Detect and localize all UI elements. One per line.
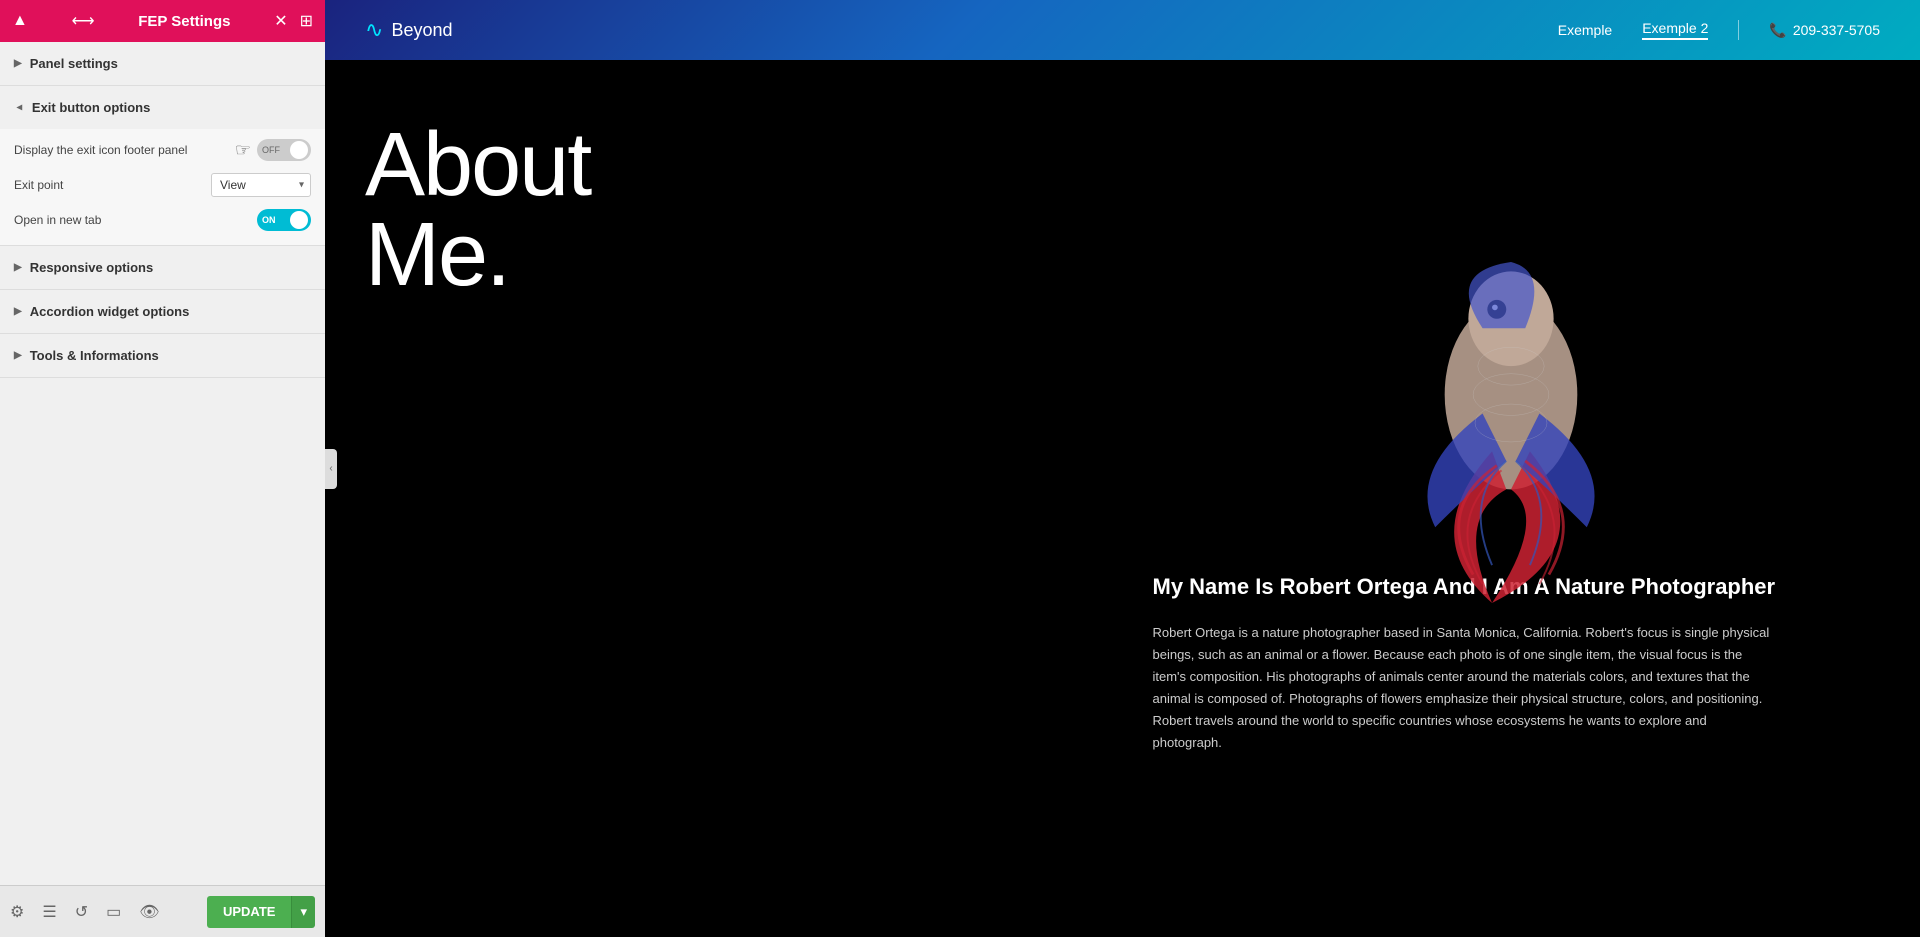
hero-text: About Me. bbox=[325, 60, 1143, 937]
grid-icon[interactable]: ⊞ bbox=[300, 11, 313, 31]
hero-description: Robert Ortega is a nature photographer b… bbox=[1153, 622, 1773, 755]
display-exit-icon-label: Display the exit icon footer panel bbox=[14, 143, 235, 157]
accordion-arrow: ▶ bbox=[14, 306, 22, 317]
resize-icon[interactable]: ⟷ bbox=[72, 11, 95, 31]
exit-button-label: Exit button options bbox=[32, 100, 150, 115]
hero-title: About Me. bbox=[365, 120, 1103, 300]
exit-point-label: Exit point bbox=[14, 178, 211, 192]
site-nav-links: Exemple Exemple 2 📞 209-337-5705 bbox=[1558, 20, 1880, 40]
section-exit-button-header[interactable]: ▼ Exit button options bbox=[0, 86, 325, 129]
update-arrow-button[interactable]: ▾ bbox=[291, 896, 315, 928]
panel-settings-arrow: ▶ bbox=[14, 58, 22, 69]
display-exit-icon-row: Display the exit icon footer panel ☞ OFF bbox=[14, 139, 311, 161]
sidebar-collapse-handle[interactable]: ‹ bbox=[325, 449, 337, 489]
logo-text: Beyond bbox=[391, 20, 452, 41]
app-wrapper: ▲ ⟷ FEP Settings ✕ ⊞ ▶ Panel settings bbox=[0, 0, 1920, 937]
display-exit-icon-toggle[interactable]: OFF bbox=[257, 139, 311, 161]
section-accordion: ▶ Accordion widget options bbox=[0, 290, 325, 334]
responsive-arrow: ▶ bbox=[14, 262, 22, 273]
sidebar-content: ▶ Panel settings ▼ Exit button options D… bbox=[0, 42, 325, 885]
section-tools: ▶ Tools & Informations bbox=[0, 334, 325, 378]
toggle-off-label: OFF bbox=[262, 145, 280, 155]
responsive-label: Responsive options bbox=[30, 260, 154, 275]
nav-divider bbox=[1738, 20, 1739, 40]
site-logo: ∿ Beyond bbox=[365, 17, 453, 43]
sidebar-header-icons: ✕ ⊞ bbox=[274, 11, 313, 31]
cursor-pointer: ☞ bbox=[235, 140, 251, 161]
open-new-tab-label: Open in new tab bbox=[14, 213, 257, 227]
preview-area: ∿ Beyond Exemple Exemple 2 📞 209-337-570… bbox=[325, 0, 1920, 937]
logo-icon: ∿ bbox=[365, 17, 383, 43]
section-accordion-header[interactable]: ▶ Accordion widget options bbox=[0, 290, 325, 333]
close-icon[interactable]: ✕ bbox=[274, 11, 287, 31]
nav-link-exemple2[interactable]: Exemple 2 bbox=[1642, 20, 1708, 40]
hero-title-line2: Me. bbox=[365, 205, 509, 305]
open-new-tab-toggle[interactable]: ON bbox=[257, 209, 311, 231]
hero-right: My Name Is Robert Ortega And I Am A Natu… bbox=[1143, 60, 1920, 937]
exit-point-select-wrapper: View Home Custom bbox=[211, 173, 311, 197]
site-nav: ∿ Beyond Exemple Exemple 2 📞 209-337-570… bbox=[325, 0, 1920, 60]
sidebar: ▲ ⟷ FEP Settings ✕ ⊞ ▶ Panel settings bbox=[0, 0, 325, 937]
nav-link-exemple[interactable]: Exemple bbox=[1558, 22, 1612, 38]
sidebar-title: FEP Settings bbox=[138, 13, 230, 30]
section-exit-button: ▼ Exit button options Display the exit i… bbox=[0, 86, 325, 246]
exit-button-body: Display the exit icon footer panel ☞ OFF bbox=[0, 129, 325, 245]
toggle-circle bbox=[290, 141, 308, 159]
phone-icon: 📞 bbox=[1769, 22, 1786, 39]
update-button-group: UPDATE ▾ bbox=[207, 896, 315, 928]
exit-point-row: Exit point View Home Custom bbox=[14, 173, 311, 197]
exit-button-arrow: ▼ bbox=[13, 103, 24, 113]
accordion-label: Accordion widget options bbox=[30, 304, 190, 319]
preview-icon[interactable]: 👁 bbox=[139, 902, 159, 922]
sidebar-header: ▲ ⟷ FEP Settings ✕ ⊞ bbox=[0, 0, 325, 42]
responsive-icon[interactable]: ▭ bbox=[106, 902, 121, 922]
layers-icon[interactable]: ☰ bbox=[42, 902, 56, 922]
fish-svg bbox=[1351, 243, 1671, 603]
open-new-tab-row: Open in new tab ON bbox=[14, 209, 311, 231]
main-area: ▲ ⟷ FEP Settings ✕ ⊞ ▶ Panel settings bbox=[0, 0, 1920, 937]
exit-point-select[interactable]: View Home Custom bbox=[211, 173, 311, 197]
sidebar-footer: ⚙ ☰ ↺ ▭ 👁 UPDATE ▾ bbox=[0, 885, 325, 937]
settings-icon[interactable]: ⚙ bbox=[10, 902, 24, 922]
tools-arrow: ▶ bbox=[14, 350, 22, 361]
toggle-on-label: ON bbox=[262, 215, 276, 225]
toggle-on-circle bbox=[290, 211, 308, 229]
collapse-icon: ‹ bbox=[329, 463, 332, 474]
preview-content: ∿ Beyond Exemple Exemple 2 📞 209-337-570… bbox=[325, 0, 1920, 937]
section-tools-header[interactable]: ▶ Tools & Informations bbox=[0, 334, 325, 377]
phone-number: 209-337-5705 bbox=[1793, 22, 1880, 38]
footer-icons: ⚙ ☰ ↺ ▭ 👁 bbox=[10, 902, 160, 922]
update-button[interactable]: UPDATE bbox=[207, 896, 291, 928]
move-icon[interactable]: ▲ bbox=[12, 12, 28, 30]
hero-section: About Me. bbox=[325, 60, 1920, 937]
section-responsive: ▶ Responsive options bbox=[0, 246, 325, 290]
section-panel-settings-header[interactable]: ▶ Panel settings bbox=[0, 42, 325, 85]
tools-label: Tools & Informations bbox=[30, 348, 159, 363]
hero-title-line1: About bbox=[365, 115, 590, 215]
section-responsive-header[interactable]: ▶ Responsive options bbox=[0, 246, 325, 289]
history-icon[interactable]: ↺ bbox=[75, 902, 88, 922]
site-phone: 📞 209-337-5705 bbox=[1769, 22, 1880, 39]
fish-image bbox=[1351, 243, 1671, 603]
panel-settings-label: Panel settings bbox=[30, 56, 118, 71]
section-panel-settings: ▶ Panel settings bbox=[0, 42, 325, 86]
